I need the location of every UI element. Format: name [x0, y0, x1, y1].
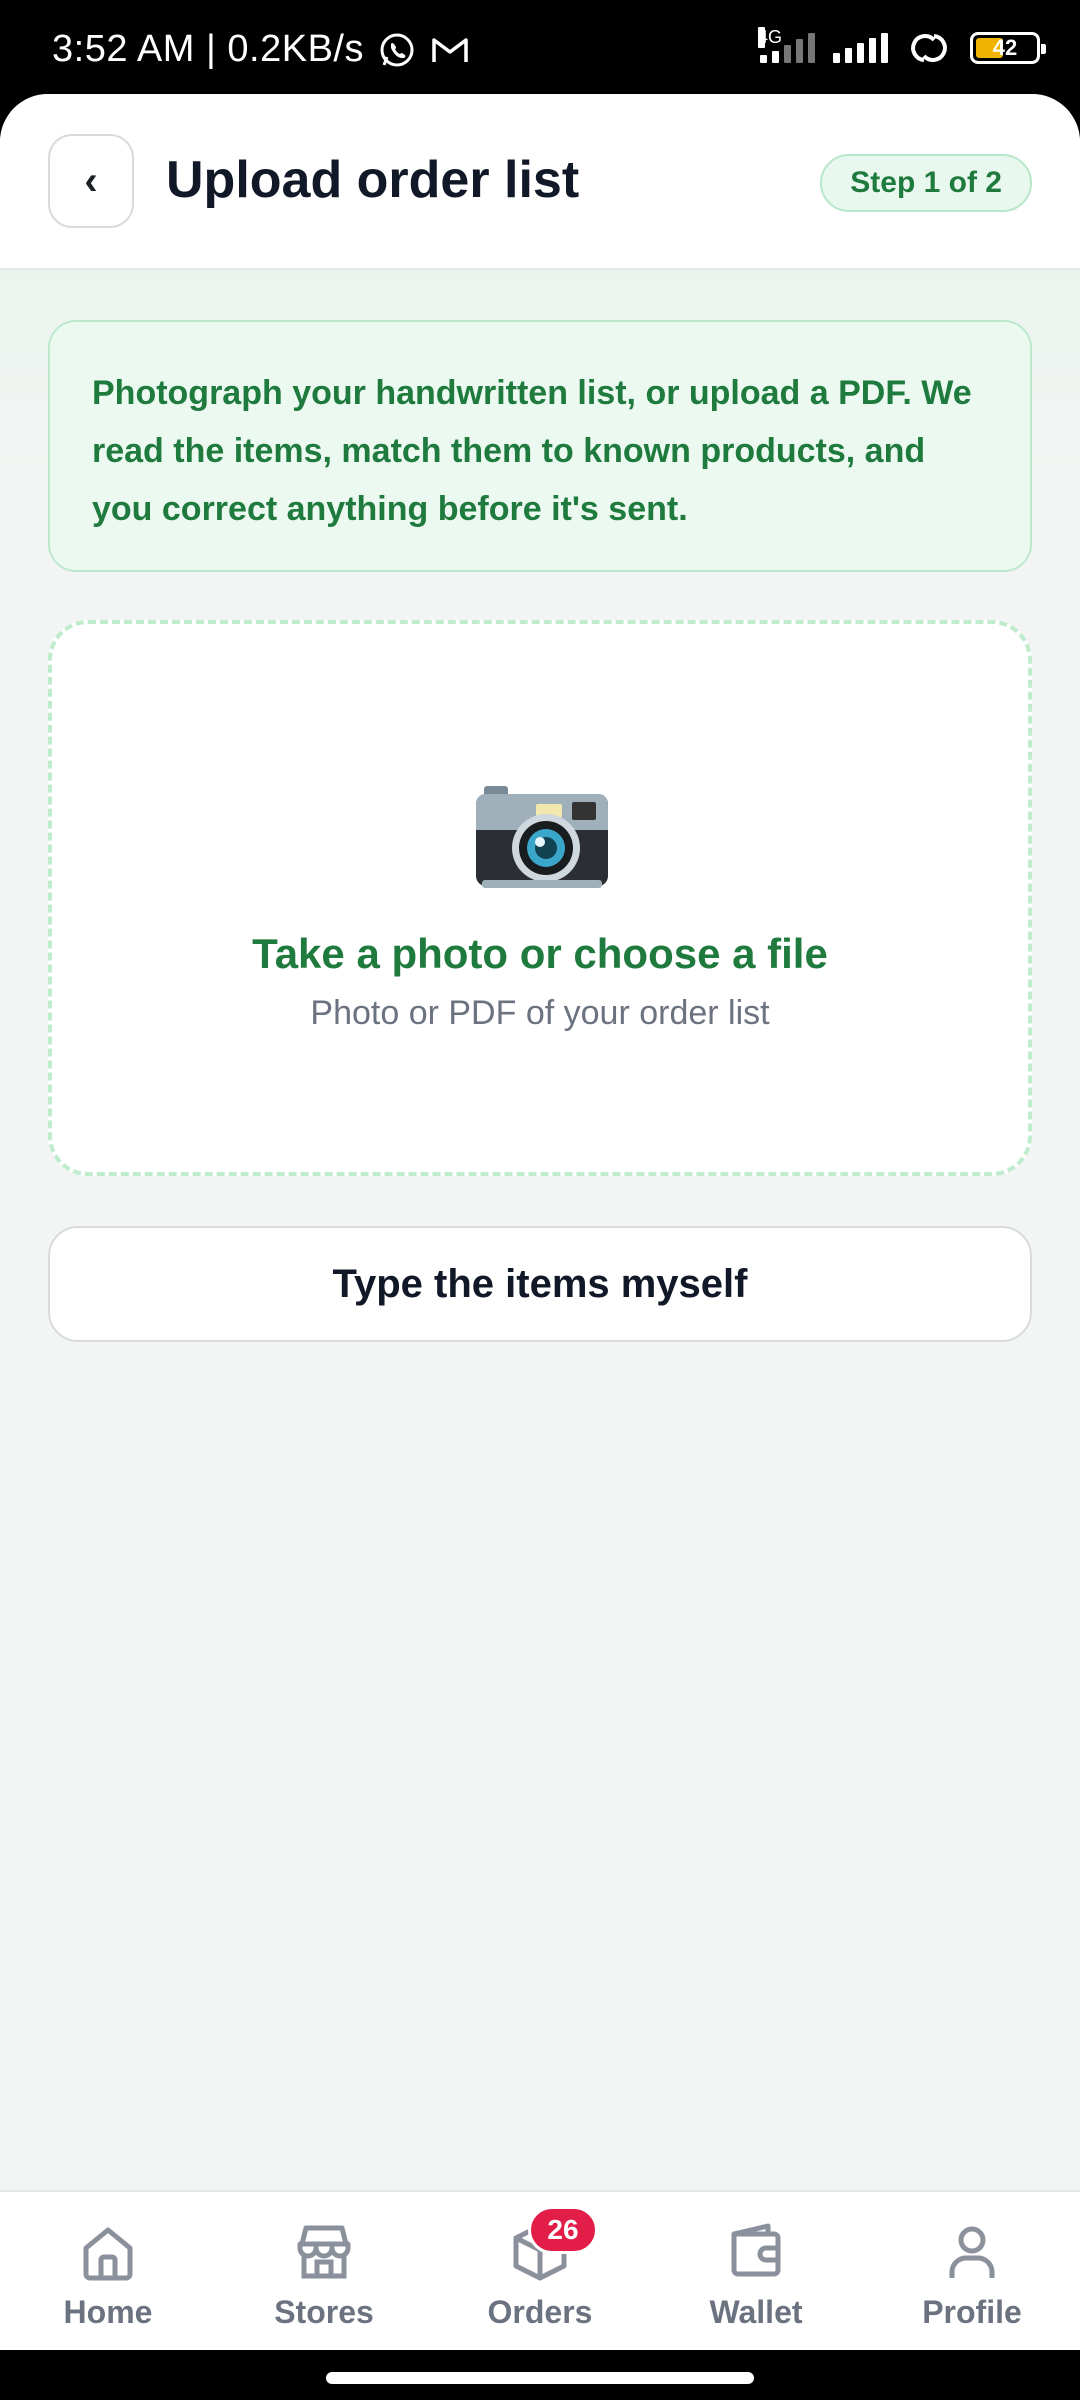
info-card: Photograph your handwritten list, or upl… — [48, 320, 1032, 572]
upload-dropzone[interactable]: Take a photo or choose a file Photo or P… — [48, 620, 1032, 1176]
orders-count-badge: 26 — [528, 2206, 598, 2254]
nav-profile[interactable]: Profile — [864, 2192, 1080, 2350]
signal-4g-icon: 4G — [758, 27, 815, 63]
info-text: Photograph your handwritten list, or upl… — [92, 374, 972, 528]
gmail-icon — [432, 37, 468, 62]
camera-icon — [476, 786, 608, 888]
type-items-label: Type the items myself — [332, 1261, 748, 1306]
bottom-nav: Home Stores 26 Orders Wallet Profile — [0, 2190, 1080, 2350]
store-icon — [297, 2225, 351, 2279]
hotspot-link-icon — [911, 34, 947, 62]
nav-label-orders: Orders — [487, 2294, 593, 2330]
battery-icon: 42 — [970, 32, 1046, 64]
home-icon — [83, 2227, 133, 2281]
app-content: ‹ Upload order list Step 1 of 2 Photogra… — [0, 94, 1080, 2350]
nav-orders[interactable]: 26 Orders — [432, 2192, 648, 2350]
nav-label-profile: Profile — [922, 2294, 1022, 2330]
nav-home[interactable]: Home — [0, 2192, 216, 2350]
back-button[interactable]: ‹ — [48, 134, 134, 228]
step-badge: Step 1 of 2 — [820, 154, 1032, 212]
gesture-bar — [0, 2350, 1080, 2400]
phone-screen: 3:52 AM | 0.2KB/s 4G 42 ‹ Upload order l… — [0, 0, 1080, 2400]
nav-wallet[interactable]: Wallet — [648, 2192, 864, 2350]
page-title: Upload order list — [166, 151, 580, 209]
nav-label-wallet: Wallet — [709, 2294, 803, 2330]
nav-label-stores: Stores — [274, 2294, 374, 2330]
whatsapp-icon — [380, 33, 414, 66]
status-left: 3:52 AM | 0.2KB/s — [52, 28, 470, 71]
network-type: 4G — [758, 27, 783, 48]
nav-stores[interactable]: Stores — [216, 2192, 432, 2350]
status-bar: 3:52 AM | 0.2KB/s 4G 42 — [0, 0, 1080, 94]
header: ‹ Upload order list Step 1 of 2 — [0, 94, 1080, 270]
status-time: 3:52 AM | 0.2KB/s — [52, 28, 364, 70]
upload-title: Take a photo or choose a file — [252, 930, 828, 977]
chevron-left-icon: ‹ — [84, 158, 98, 203]
type-items-button[interactable]: Type the items myself — [48, 1226, 1032, 1342]
signal-icon — [833, 33, 888, 63]
upload-subtitle: Photo or PDF of your order list — [310, 994, 770, 1032]
status-right: 4G 42 — [758, 27, 1046, 66]
battery-level: 42 — [992, 35, 1018, 60]
home-gesture-handle[interactable] — [326, 2372, 754, 2384]
wallet-icon — [731, 2223, 781, 2277]
person-icon — [949, 2226, 995, 2278]
nav-label-home: Home — [63, 2294, 153, 2330]
